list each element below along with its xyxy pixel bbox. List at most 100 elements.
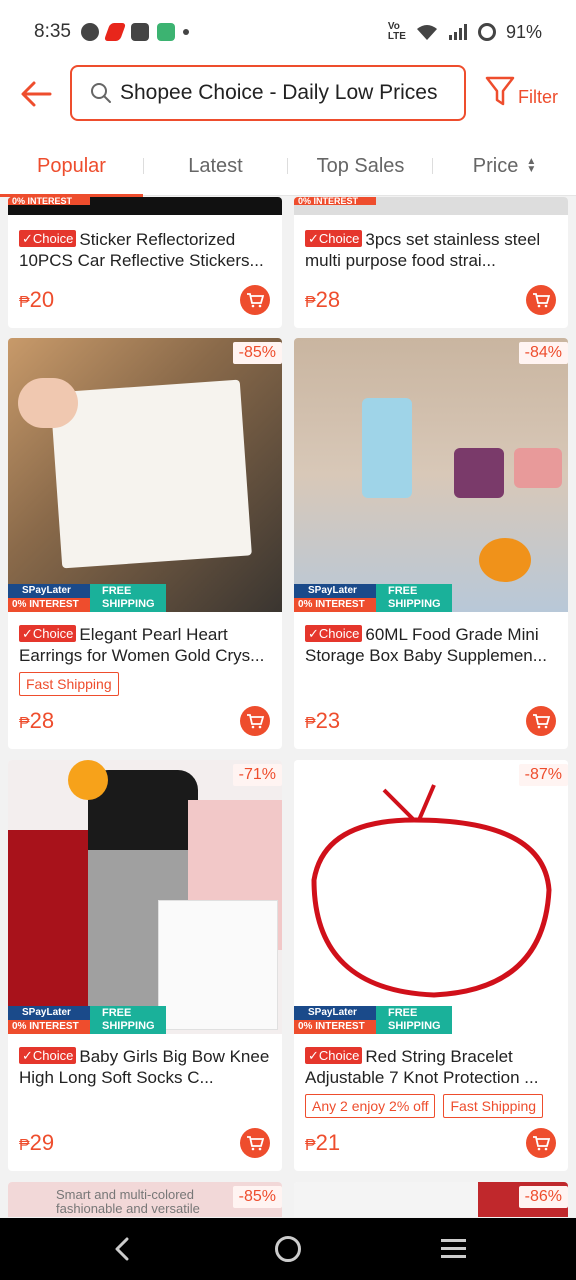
add-to-cart-button[interactable] [240, 1128, 270, 1158]
product-title: ✓Choice Sticker Reflectorized 10PCS Car R… [19, 230, 264, 270]
product-price: ₱20 [19, 287, 55, 312]
filter-button[interactable]: Filter [484, 74, 558, 108]
product-card[interactable]: -86% [294, 1182, 568, 1217]
product-price: ₱23 [305, 708, 341, 733]
nav-recents-icon[interactable] [441, 1239, 466, 1263]
discount-badge: -85% [232, 342, 282, 364]
status-right: Vo LTE 91% [388, 22, 542, 43]
product-price: ₱21 [305, 1130, 341, 1155]
product-info: ✓Choice Sticker Reflectorized 10PCS Car R… [8, 229, 282, 271]
filter-icon [485, 76, 515, 106]
fast-shipping-tag: Fast Shipping [443, 1094, 544, 1118]
cart-icon [533, 1136, 550, 1151]
battery-icon [477, 23, 496, 41]
product-card[interactable]: -87% SPayLater 0% INTEREST FREE SHIPPING … [294, 760, 568, 1171]
cart-icon [247, 1136, 264, 1151]
product-info: ✓Choice Baby Girls Big Bow Knee High Long… [8, 1046, 282, 1088]
vpn-icon [156, 23, 175, 41]
search-header: Shopee Choice - Daily Low Prices Filter [0, 64, 576, 136]
more-notifications-dot [182, 29, 189, 35]
add-to-cart-button[interactable] [240, 285, 270, 315]
product-image [294, 760, 568, 1034]
choice-badge: ✓Choice [19, 1047, 77, 1064]
nav-home-icon[interactable] [275, 1236, 301, 1262]
product-title: ✓Choice 60ML Food Grade Mini Storage Box … [305, 625, 547, 665]
product-card[interactable]: 0% INTEREST ✓Choice 3pcs set stainless st… [294, 197, 568, 328]
discount-badge: -84% [518, 342, 568, 364]
product-info: ✓Choice Elegant Pearl Heart Earrings for … [8, 624, 282, 696]
choice-badge: ✓Choice [305, 1047, 363, 1064]
bundle-discount-tag: Any 2 enjoy 2% off [305, 1094, 436, 1118]
product-price: ₱29 [19, 1130, 55, 1155]
product-card[interactable]: -71% SPayLater 0% INTEREST FREE SHIPPING … [8, 760, 282, 1171]
add-to-cart-button[interactable] [526, 706, 556, 736]
add-to-cart-button[interactable] [526, 1128, 556, 1158]
discount-badge: -85% [232, 1186, 282, 1208]
discount-badge: -71% [232, 764, 282, 786]
promo-banner: SPayLater 0% INTEREST FREE SHIPPING [294, 1006, 454, 1034]
stacked-containers-image [362, 398, 412, 498]
tab-popular[interactable]: Popular [0, 136, 143, 197]
app-notification-icon [103, 23, 127, 41]
cart-icon [247, 293, 264, 308]
tag-row: Any 2 enjoy 2% off Fast Shipping [305, 1094, 557, 1118]
volte-icon: Vo LTE [387, 21, 406, 42]
shopping-bag-icon [130, 23, 149, 41]
discount-badge: -86% [518, 1186, 568, 1208]
tab-price[interactable]: Price ▲ ▼ [433, 136, 576, 196]
tab-top-sales[interactable]: Top Sales [288, 136, 433, 196]
choice-badge: ✓Choice [305, 230, 363, 247]
message-icon [80, 23, 99, 41]
search-query-text: Shopee Choice - Daily Low Prices [120, 81, 438, 104]
purple-container-image [454, 448, 504, 498]
add-to-cart-button[interactable] [240, 706, 270, 736]
sort-tabs: Popular Latest Top Sales Price ▲ ▼ [0, 136, 576, 197]
choice-badge: ✓Choice [19, 625, 77, 642]
battery-percent: 91% [505, 21, 542, 42]
discount-badge: -87% [518, 764, 568, 786]
orange-slice-image [68, 760, 108, 800]
white-sock-image [158, 900, 278, 1030]
product-price: ₱28 [19, 708, 55, 733]
product-info: ✓Choice Red String Bracelet Adjustable 7 … [294, 1046, 568, 1118]
back-arrow-icon[interactable] [18, 76, 54, 112]
promo-banner: 0% INTEREST [294, 197, 454, 215]
status-time: 8:35 [34, 21, 71, 42]
product-info: ✓Choice 3pcs set stainless steel multi pu… [294, 229, 568, 271]
bracelet-image [311, 784, 552, 998]
product-image [8, 338, 282, 612]
image-overlay-text: Smart and multi-colored fashionable and … [56, 1187, 200, 1216]
product-image [294, 338, 568, 612]
search-icon [91, 83, 111, 103]
promo-banner: SPayLater 0% INTEREST FREE SHIPPING [8, 584, 168, 612]
product-card[interactable]: -84% SPayLater 0% INTEREST FREE SHIPPING … [294, 338, 568, 749]
choice-badge: ✓Choice [305, 625, 363, 642]
orange-image [479, 538, 531, 582]
product-price: ₱28 [305, 287, 341, 312]
promo-banner: SPayLater 0% INTEREST FREE SHIPPING [294, 584, 454, 612]
search-input[interactable]: Shopee Choice - Daily Low Prices [70, 65, 466, 121]
wifi-icon [416, 25, 437, 40]
product-info: ✓Choice 60ML Food Grade Mini Storage Box … [294, 624, 568, 666]
product-card[interactable]: -85% SPayLater 0% INTEREST FREE SHIPPING … [8, 338, 282, 749]
tab-top-sales-label: Top Sales [316, 154, 405, 177]
cart-icon [533, 714, 550, 729]
status-bar: 8:35 Vo LTE 91% [0, 0, 576, 64]
product-title: ✓Choice Baby Girls Big Bow Knee High Long… [19, 1047, 270, 1087]
choice-badge: ✓Choice [19, 230, 77, 247]
system-nav-bar [0, 1218, 576, 1280]
earring-card-image [50, 379, 252, 569]
filter-label: Filter [518, 87, 558, 107]
finger-image [18, 378, 78, 428]
notification-icons [80, 23, 189, 41]
product-card[interactable]: Smart and multi-colored fashionable and … [8, 1182, 282, 1217]
tab-price-label: Price [472, 154, 519, 177]
tab-latest[interactable]: Latest [144, 136, 287, 196]
product-card[interactable]: 0% INTEREST ✓Choice Sticker Reflectorized… [8, 197, 282, 328]
pink-container-image [514, 448, 562, 488]
signal-icon [448, 24, 467, 40]
product-title: ✓Choice Elegant Pearl Heart Earrings for … [19, 625, 265, 665]
nav-back-icon[interactable] [113, 1236, 131, 1262]
product-title: ✓Choice Red String Bracelet Adjustable 7 … [305, 1047, 539, 1087]
add-to-cart-button[interactable] [526, 285, 556, 315]
